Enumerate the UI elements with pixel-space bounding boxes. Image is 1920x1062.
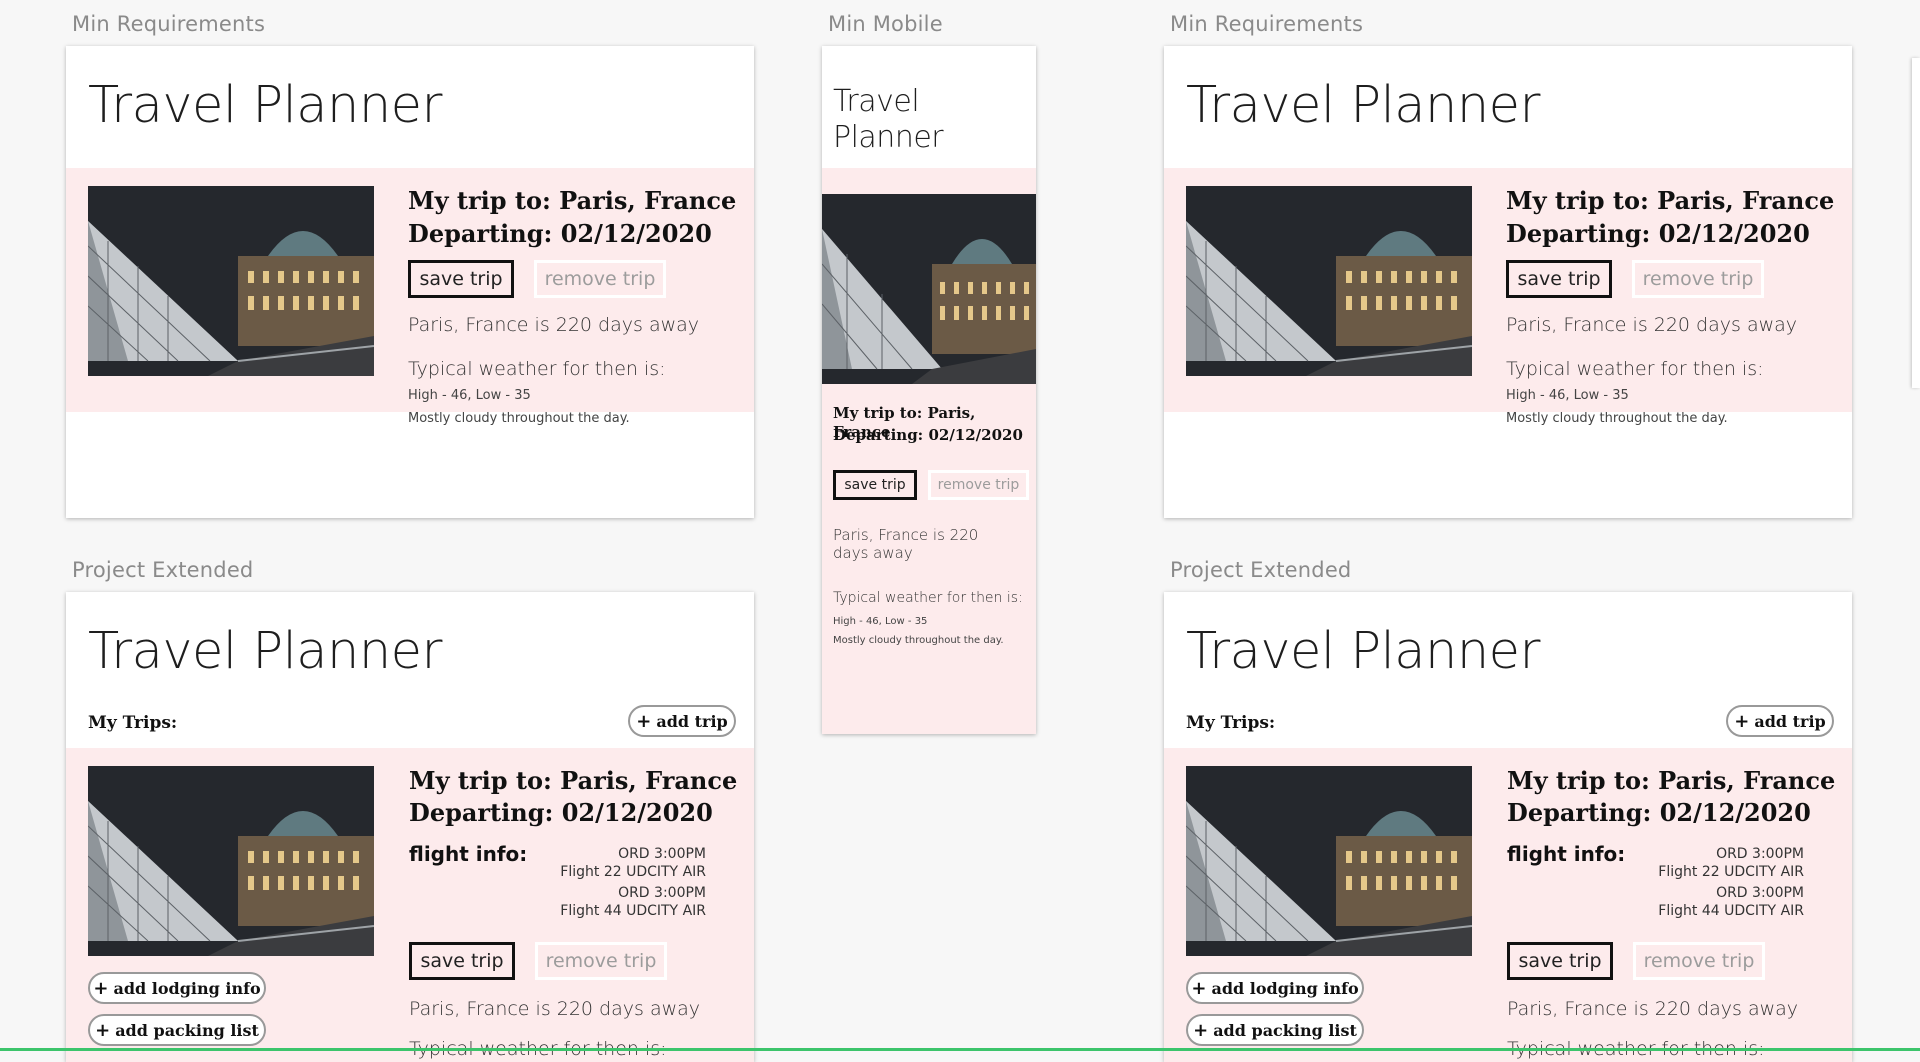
frame-label-min-mobile: Min Mobile [828,12,943,36]
project-extended-card-right: Travel Planner My Trips: + add trip My tr… [1164,592,1852,1062]
save-trip-button[interactable]: save trip [408,260,514,298]
add-lodging-button[interactable]: + add lodging info [1186,972,1364,1004]
remove-trip-button[interactable]: remove trip [928,470,1029,500]
add-lodging-label: add lodging info [1211,978,1359,998]
plus-icon: + [1193,1019,1209,1041]
add-packing-button[interactable]: + add packing list [1186,1014,1364,1046]
flight-1-number: Flight 22 UDCITY AIR [1658,864,1804,880]
page-title: Travel Planner [88,622,442,681]
add-lodging-label: add lodging info [113,978,261,998]
trip-departing: Departing: 02/12/2020 [409,798,713,827]
plus-icon: + [1734,710,1750,732]
save-trip-button[interactable]: save trip [1507,942,1613,980]
page-title-line2: Planner [833,120,944,155]
page-title: Travel Planner [1186,622,1540,681]
weather-heading: Typical weather for then is: [1506,358,1764,380]
page-title: Travel Planner [1186,76,1540,135]
my-trips-label: My Trips: [1186,713,1276,733]
add-packing-label: add packing list [115,1020,259,1040]
trip-departing: Departing: 02/12/2020 [833,426,1023,444]
flight-1-number: Flight 22 UDCITY AIR [560,864,706,880]
remove-trip-button[interactable]: remove trip [1633,942,1765,980]
trip-heading: My trip to: Paris, France [1506,186,1835,215]
weather-temps: High - 46, Low - 35 [833,616,928,627]
min-mobile-card: Travel Planner My trip to: Paris, France… [822,46,1036,734]
trip-panel: My trip to: Paris, France Departing: 02/… [1164,748,1852,1062]
trip-panel: My trip to: Paris, France Departing: 02/… [66,168,754,426]
weather-temps: High - 46, Low - 35 [1506,388,1629,403]
plus-icon: + [95,1019,111,1041]
flight-2-number: Flight 44 UDCITY AIR [1658,903,1804,919]
add-lodging-button[interactable]: + add lodging info [88,972,266,1004]
add-trip-label: add trip [656,711,728,731]
frame-label-min-requirements-2: Min Requirements [1170,12,1364,36]
frame-label-project-extended-2: Project Extended [1170,558,1352,582]
page-title: Travel Planner [88,76,442,135]
trip-countdown: Paris, France is 220 days away [1507,998,1799,1020]
flight-1-time: ORD 3:00PM [618,846,706,862]
add-trip-button[interactable]: + add trip [1726,705,1834,737]
weather-summary: Mostly cloudy throughout the day. [833,635,1004,646]
trip-departing: Departing: 02/12/2020 [408,219,712,248]
trip-countdown-line1: Paris, France is 220 [833,526,979,544]
flight-2-number: Flight 44 UDCITY AIR [560,903,706,919]
save-trip-button[interactable]: save trip [833,470,917,500]
frame-label-project-extended-1: Project Extended [72,558,254,582]
remove-trip-button[interactable]: remove trip [534,260,666,298]
weather-temps: High - 46, Low - 35 [408,388,531,403]
save-trip-button[interactable]: save trip [1506,260,1612,298]
flight-2-time: ORD 3:00PM [618,885,706,901]
weather-heading: Typical weather for then is: [833,590,1023,606]
min-requirements-card-right: Travel Planner My trip to: Paris, France… [1164,46,1852,518]
weather-heading: Typical weather for then is: [408,358,666,380]
add-trip-label: add trip [1754,711,1826,731]
weather-summary: Mostly cloudy throughout the day. [1506,411,1728,426]
trip-countdown: Paris, France is 220 days away [1506,314,1798,336]
trip-panel: My trip to: Paris, France Departing: 02/… [1164,168,1852,426]
my-trips-label: My Trips: [88,713,178,733]
page-title-line1: Travel [833,84,920,119]
remove-trip-button[interactable]: remove trip [1632,260,1764,298]
trip-countdown-line2: days away [833,544,913,562]
trip-panel: My trip to: Paris, France Departing: 02/… [822,168,1036,734]
plus-icon: + [1191,977,1207,999]
add-packing-label: add packing list [1213,1020,1357,1040]
plus-icon: + [636,710,652,732]
trip-departing: Departing: 02/12/2020 [1506,219,1810,248]
plus-icon: + [93,977,109,999]
remove-trip-button[interactable]: remove trip [535,942,667,980]
add-packing-button[interactable]: + add packing list [88,1014,266,1046]
flight-2-time: ORD 3:00PM [1716,885,1804,901]
weather-summary: Mostly cloudy throughout the day. [408,411,630,426]
min-requirements-card-left: Travel Planner My trip to: Paris, France… [66,46,754,518]
louvre-photo-icon [88,766,374,956]
frame-label-min-requirements-1: Min Requirements [72,12,266,36]
trip-panel: My trip to: Paris, France Departing: 02/… [66,748,754,1062]
flight-1-time: ORD 3:00PM [1716,846,1804,862]
louvre-photo-icon [822,194,1036,384]
offscreen-artboard-edge [1912,58,1920,388]
save-trip-button[interactable]: save trip [409,942,515,980]
louvre-photo-icon [1186,186,1472,376]
trip-departing: Departing: 02/12/2020 [1507,798,1811,827]
trip-heading: My trip to: Paris, France [409,766,738,795]
louvre-photo-icon [1186,766,1472,956]
project-extended-card-left: Travel Planner My Trips: + add trip My tr… [66,592,754,1062]
trip-heading: My trip to: Paris, France [408,186,737,215]
louvre-photo-icon [88,186,374,376]
add-trip-button[interactable]: + add trip [628,705,736,737]
trip-countdown: Paris, France is 220 days away [409,998,701,1020]
trip-countdown: Paris, France is 220 days away [408,314,700,336]
trip-heading: My trip to: Paris, France [1507,766,1836,795]
